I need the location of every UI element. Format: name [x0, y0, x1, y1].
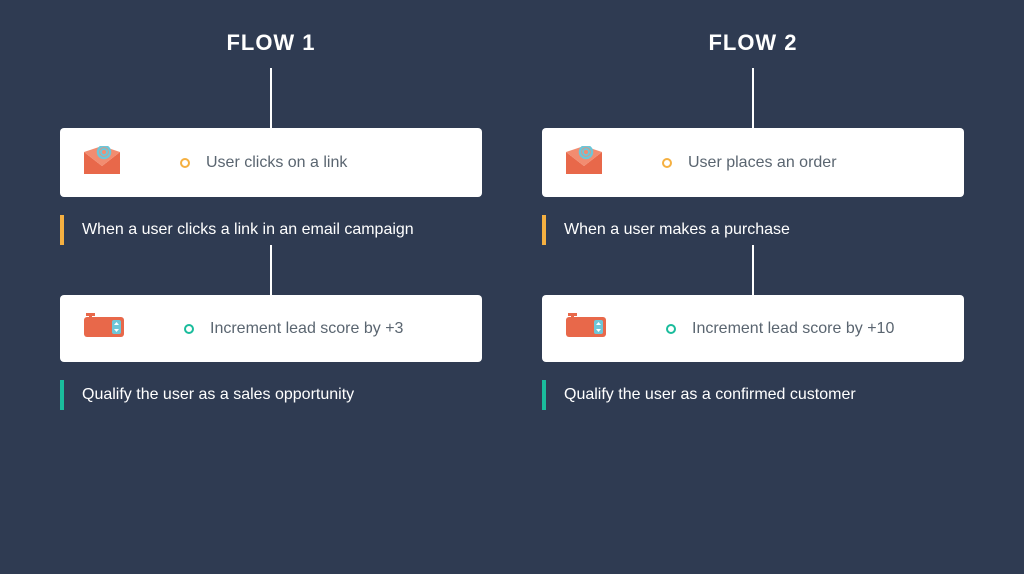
- bullet-icon: [662, 158, 672, 168]
- flow-title: FLOW 2: [708, 30, 797, 56]
- action-label: Increment lead score by +3: [210, 320, 403, 338]
- connector-line: [270, 68, 272, 128]
- flow-title: FLOW 1: [226, 30, 315, 56]
- card-content: User clicks on a link: [180, 154, 347, 172]
- trigger-card: User clicks on a link: [60, 128, 482, 197]
- action-label: Increment lead score by +10: [692, 320, 894, 338]
- trigger-description: When a user clicks a link in an email ca…: [60, 215, 482, 245]
- trigger-description: When a user makes a purchase: [542, 215, 964, 245]
- envelope-icon: [566, 146, 602, 179]
- card-content: User places an order: [662, 154, 837, 172]
- card-content: Increment lead score by +10: [666, 320, 894, 338]
- action-description: Qualify the user as a sales opportunity: [60, 380, 482, 410]
- envelope-icon: [84, 146, 120, 179]
- bullet-icon: [666, 324, 676, 334]
- connector-line: [752, 245, 754, 295]
- trigger-label: User clicks on a link: [206, 154, 347, 172]
- action-card: Increment lead score by +3: [60, 295, 482, 362]
- connector-line: [752, 68, 754, 128]
- trigger-label: User places an order: [688, 154, 837, 172]
- bullet-icon: [184, 324, 194, 334]
- trigger-card: User places an order: [542, 128, 964, 197]
- flows-container: FLOW 1 User clicks on a link When a user…: [60, 30, 964, 544]
- bullet-icon: [180, 158, 190, 168]
- scorer-icon: [84, 313, 124, 344]
- flow-2: FLOW 2 User places an order When a user …: [542, 30, 964, 544]
- card-content: Increment lead score by +3: [184, 320, 403, 338]
- flow-1: FLOW 1 User clicks on a link When a user…: [60, 30, 482, 544]
- action-card: Increment lead score by +10: [542, 295, 964, 362]
- scorer-icon: [566, 313, 606, 344]
- action-description: Qualify the user as a confirmed customer: [542, 380, 964, 410]
- connector-line: [270, 245, 272, 295]
